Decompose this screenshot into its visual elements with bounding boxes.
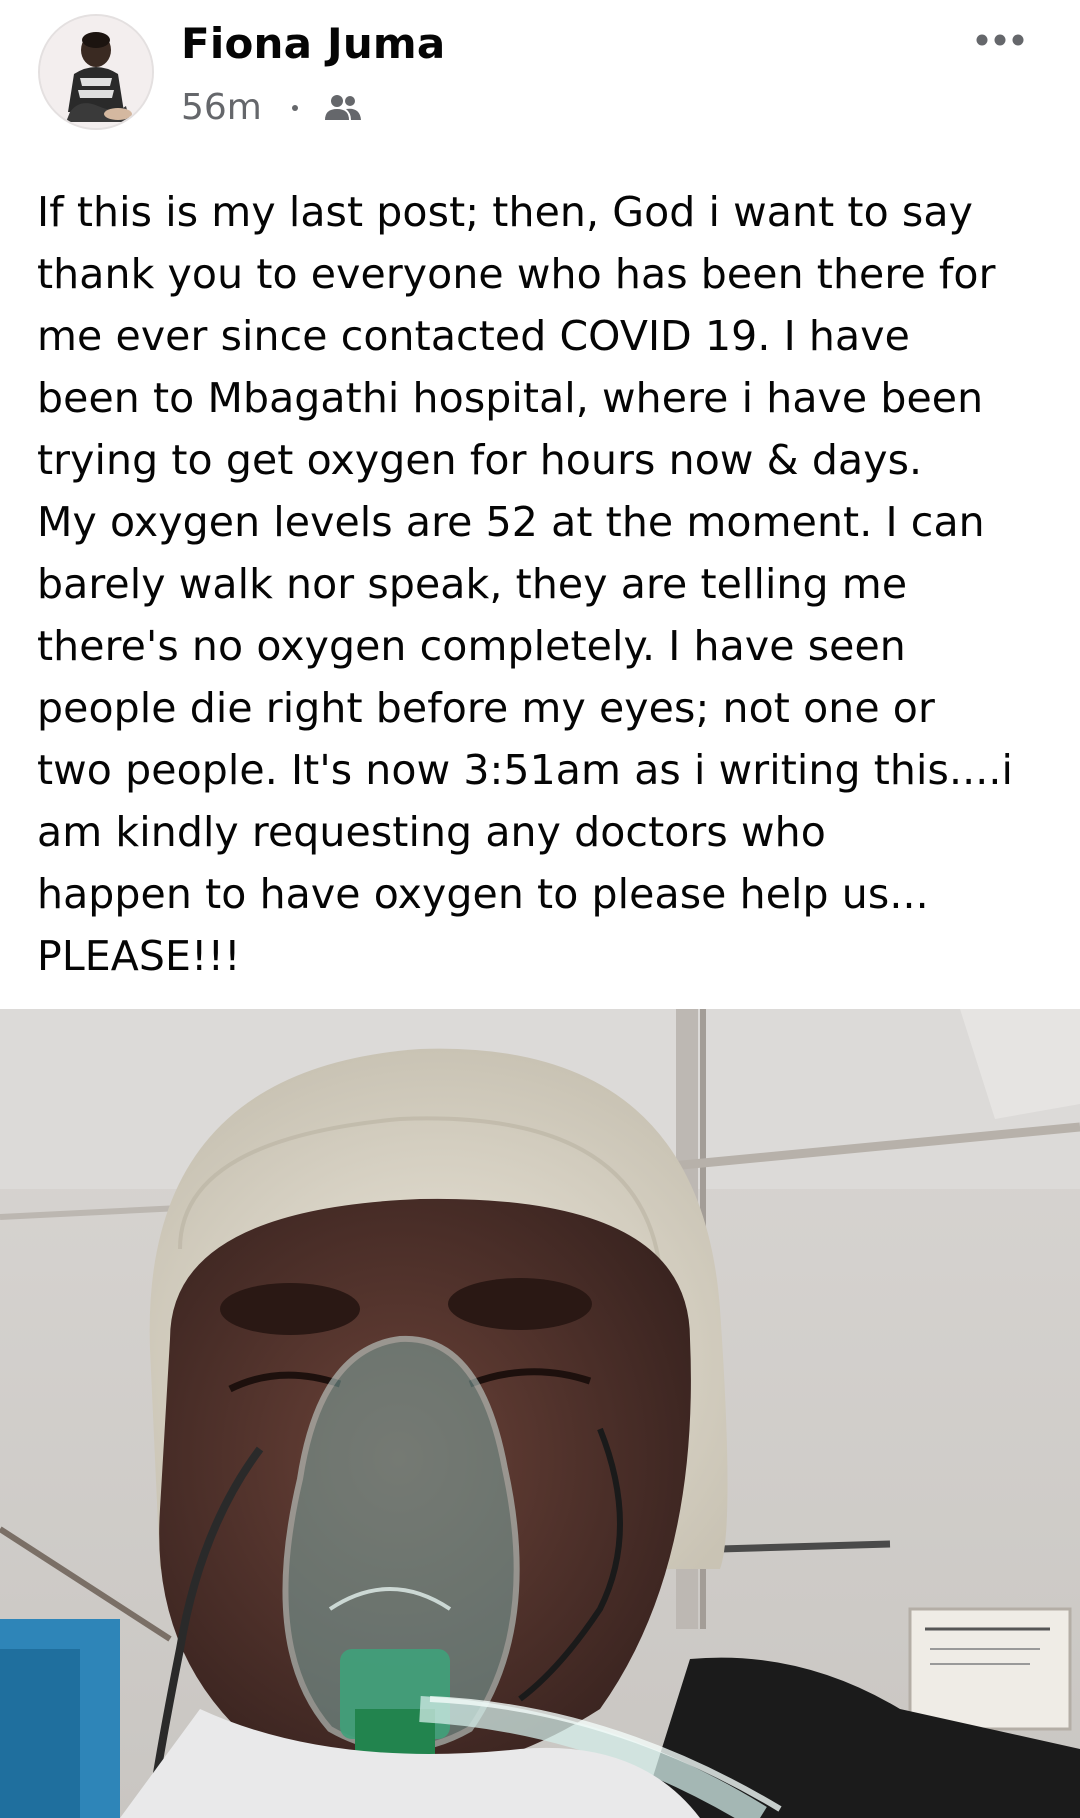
post-meta: 56m xyxy=(181,82,362,134)
post-photo[interactable] xyxy=(0,1009,1080,1818)
friends-icon[interactable] xyxy=(324,93,362,123)
author-avatar[interactable] xyxy=(38,14,154,130)
more-options-button[interactable] xyxy=(968,20,1032,60)
post-body-text: If this is my last post; then, God i wan… xyxy=(37,188,1013,980)
more-options-icon xyxy=(976,34,1024,46)
post-header: Fiona Juma 56m xyxy=(0,0,1080,150)
separator-dot xyxy=(291,105,298,111)
post-timestamp[interactable]: 56m xyxy=(181,82,262,134)
hospital-selfie-image xyxy=(0,1009,1080,1818)
author-name[interactable]: Fiona Juma xyxy=(181,16,445,72)
avatar-photo xyxy=(40,16,152,128)
